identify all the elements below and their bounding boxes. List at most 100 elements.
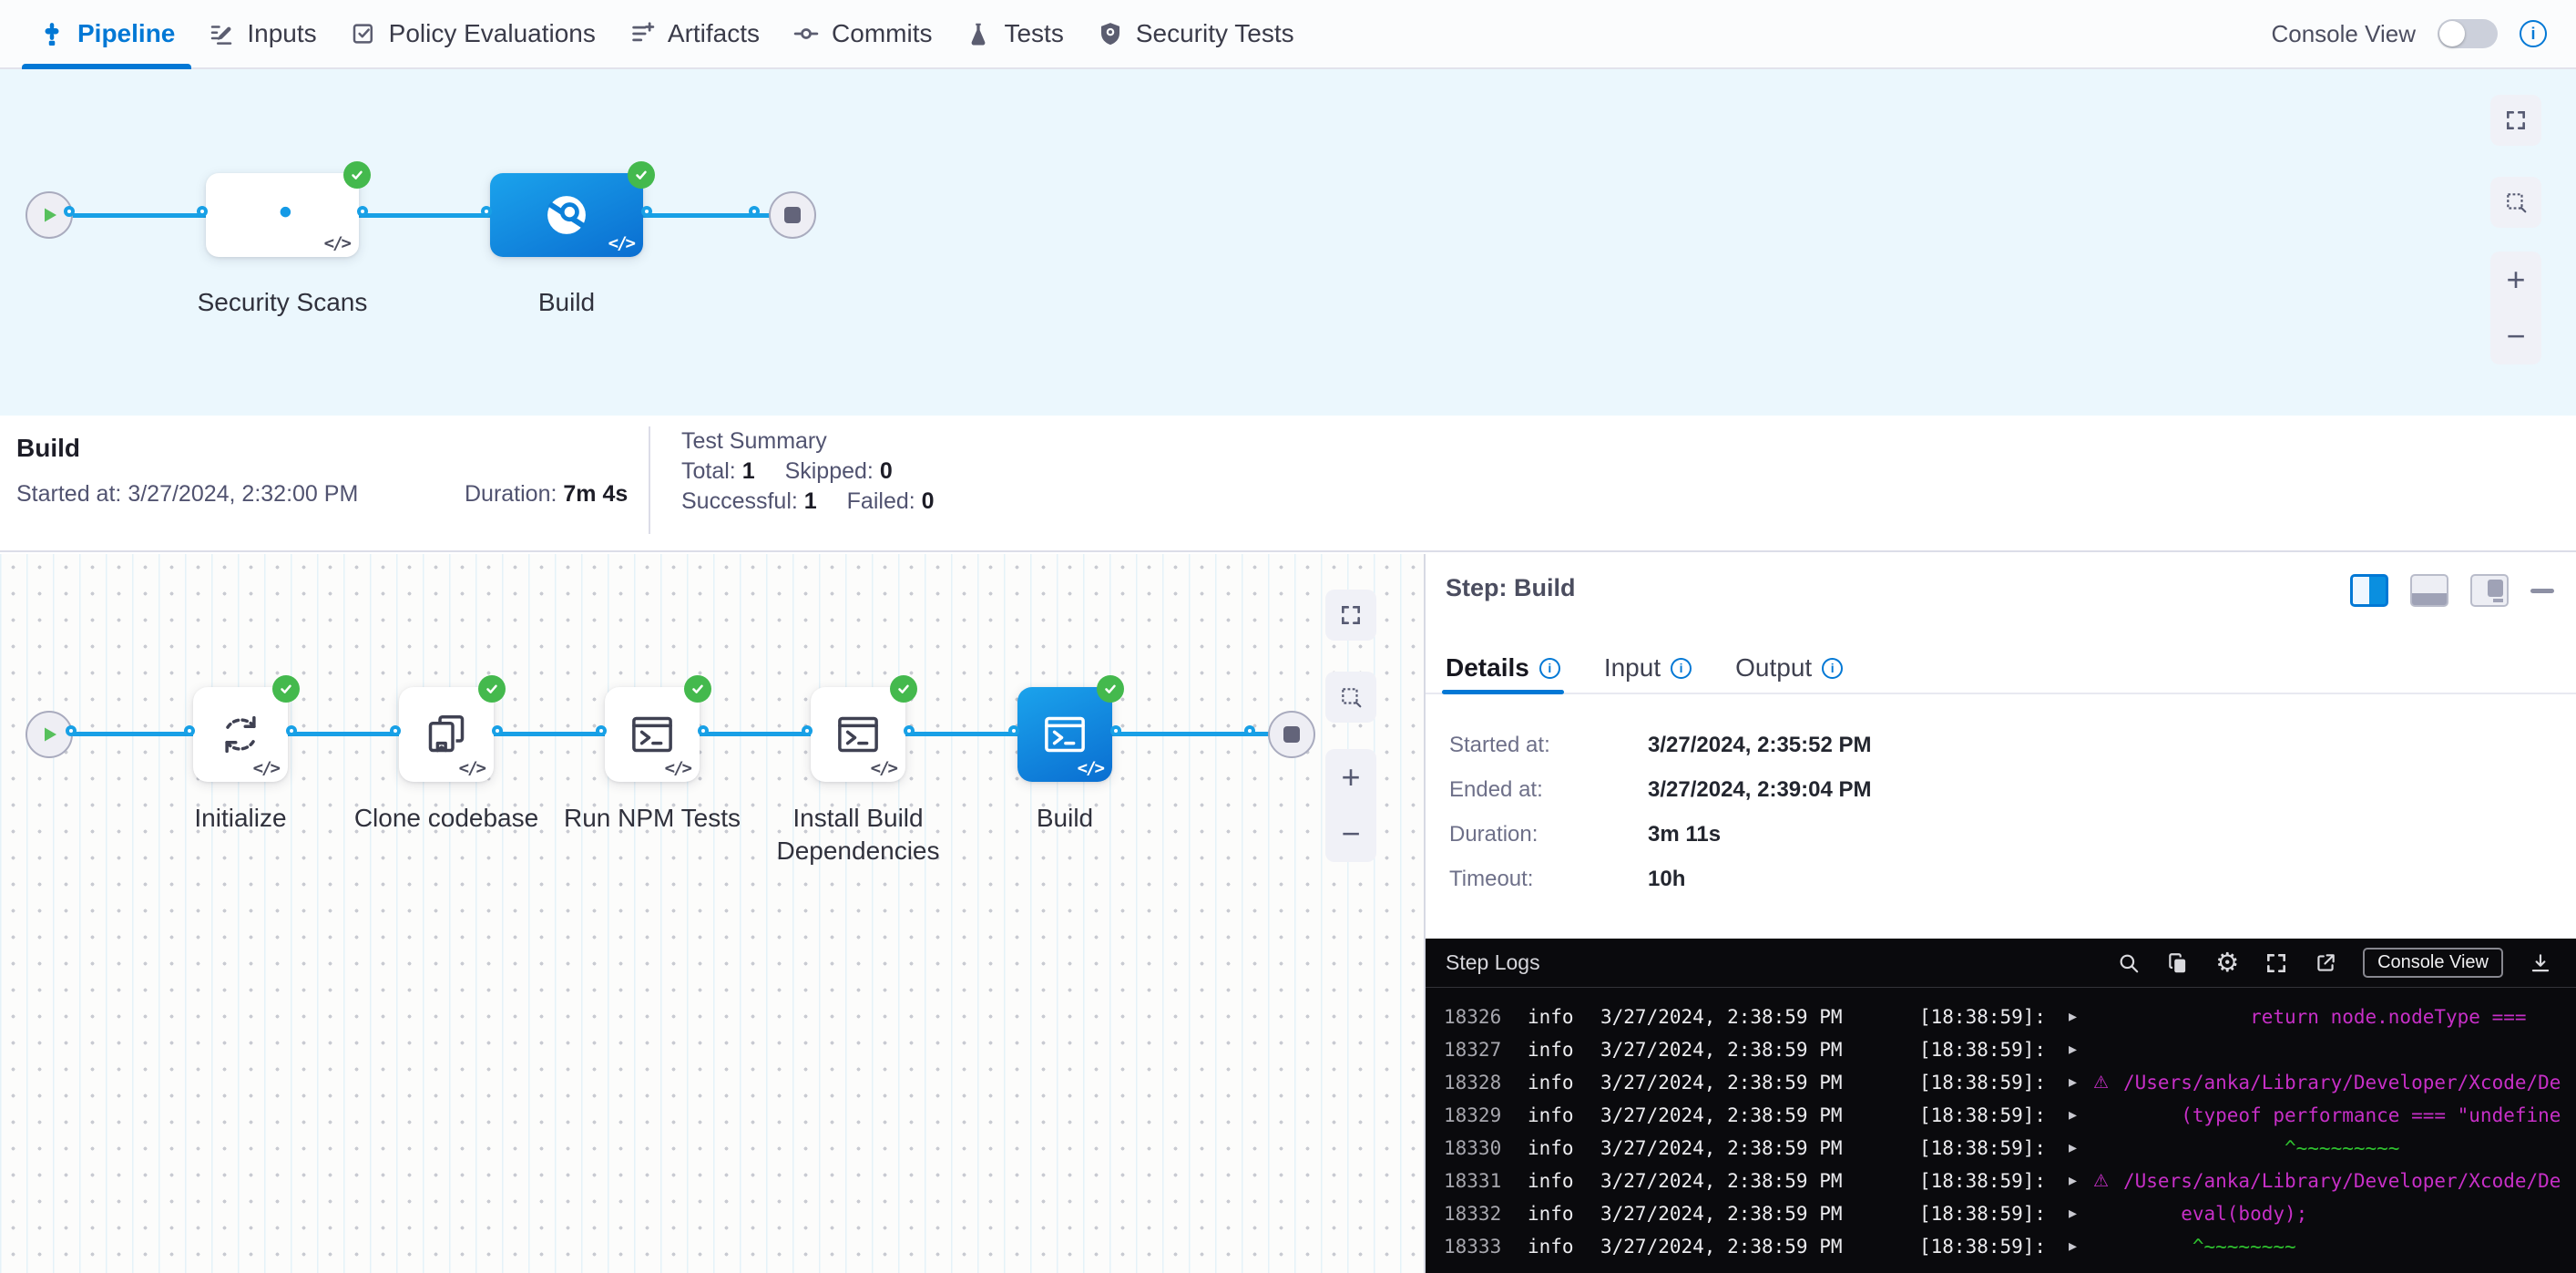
info-icon[interactable]: i (1822, 658, 1843, 679)
log-line-number: 18333 (1444, 1230, 1528, 1263)
info-icon[interactable]: i (1539, 658, 1560, 679)
log-message: /Users/anka/Library/Developer/Xcode/De (2123, 1066, 2576, 1099)
caret-icon: ▸ (2069, 1132, 2093, 1165)
step-node-install-build-dependencies[interactable]: </> (811, 687, 905, 782)
detail-label: Ended at: (1449, 777, 1648, 803)
zoom-in-button[interactable]: + (1325, 749, 1376, 806)
console-view-button[interactable]: Console View (2363, 948, 2503, 978)
step-node-initialize[interactable]: </> (193, 687, 288, 782)
caret-icon: ▸ (2069, 1165, 2093, 1197)
log-lines[interactable]: 18326info3/27/2024, 2:38:59 PM[18:38:59]… (1426, 988, 2576, 1273)
stage-node-security-scans[interactable]: </> (206, 173, 359, 257)
log-time: [18:38:59]: (1919, 1001, 2069, 1033)
tests-icon (965, 20, 992, 47)
stage-node-build[interactable]: </> (490, 173, 643, 257)
log-date: 3/27/2024, 2:38:59 PM (1600, 1132, 1919, 1165)
collapse-panel-icon[interactable] (2530, 589, 2554, 593)
node-port-out[interactable] (698, 725, 709, 736)
console-view-label: Console View (2271, 20, 2416, 48)
log-message: /Users/anka/Library/Developer/Xcode/De (2123, 1165, 2576, 1197)
stage-label: Security Scans (173, 286, 392, 319)
zoom-in-button[interactable]: + (2490, 252, 2541, 308)
check-icon (484, 681, 500, 697)
layout-right-icon[interactable] (2470, 574, 2509, 607)
codebase-icon (421, 709, 472, 760)
layout-bottom-icon[interactable] (2410, 574, 2448, 607)
step-label: Build (960, 802, 1170, 835)
step-node-build[interactable]: </> (1017, 687, 1112, 782)
tab-security-tests[interactable]: Security Tests (1080, 0, 1311, 67)
layout-split-icon[interactable] (2350, 574, 2388, 607)
code-icon: </> (608, 233, 634, 253)
zoom-controls: + − (1325, 749, 1376, 862)
log-time: [18:38:59]: (1919, 1165, 2069, 1197)
info-icon[interactable]: i (1671, 658, 1692, 679)
node-port-out[interactable] (641, 206, 652, 217)
tab-policy-evaluations[interactable]: Policy Evaluations (333, 0, 612, 67)
download-icon[interactable] (2529, 951, 2552, 975)
stage-label: Build (457, 286, 676, 319)
node-port-out[interactable] (357, 206, 368, 217)
log-time: [18:38:59]: (1919, 1132, 2069, 1165)
tab-pipeline[interactable]: Pipeline (22, 0, 191, 67)
external-link-icon[interactable] (2314, 951, 2337, 975)
node-port-in[interactable] (184, 725, 195, 736)
step-node-clone-codebase[interactable]: </> (399, 687, 494, 782)
log-line: 18328info3/27/2024, 2:38:59 PM[18:38:59]… (1444, 1066, 2576, 1099)
tab-details[interactable]: Details i (1446, 654, 1560, 693)
tab-input[interactable]: Input i (1604, 654, 1692, 693)
fullscreen-button[interactable] (1325, 590, 1376, 641)
caret-icon: ▸ (2069, 1001, 2093, 1033)
settings-icon[interactable]: ⚙ (2215, 950, 2239, 976)
search-icon[interactable] (2117, 951, 2141, 975)
tab-label: Artifacts (668, 19, 760, 48)
fullscreen-button[interactable] (2490, 95, 2541, 146)
code-icon: </> (253, 758, 279, 778)
node-port-in[interactable] (596, 725, 607, 736)
terminal-icon (1039, 709, 1090, 760)
marquee-select-button[interactable] (2490, 177, 2541, 228)
step-details-list: Started at: 3/27/2024, 2:35:52 PM Ended … (1449, 733, 2558, 911)
detail-row: Timeout: 10h (1449, 867, 2558, 892)
copy-icon[interactable] (2166, 951, 2190, 975)
zoom-out-button[interactable]: − (1325, 806, 1376, 862)
info-icon[interactable]: i (2520, 20, 2547, 47)
detail-label: Started at: (1449, 733, 1648, 758)
tab-output[interactable]: Output i (1735, 654, 1843, 693)
started-at-value: 3/27/2024, 2:32:00 PM (128, 481, 358, 507)
node-port-out[interactable] (286, 725, 297, 736)
tab-inputs[interactable]: Inputs (191, 0, 332, 67)
node-port-out[interactable] (1110, 725, 1121, 736)
log-message: return node.nodeType === (2123, 1001, 2576, 1033)
edge-connector-dot (1244, 725, 1255, 736)
zoom-out-button[interactable]: − (2490, 308, 2541, 364)
node-port-in[interactable] (802, 725, 813, 736)
successful-label: Successful: (681, 488, 798, 514)
marquee-select-button[interactable] (1325, 672, 1376, 723)
stage-graph-canvas[interactable]: </> </> Security Scans Build + − (0, 69, 2576, 416)
tab-tests[interactable]: Tests (948, 0, 1079, 67)
toggle-knob (2439, 21, 2465, 46)
warning-icon (2093, 1230, 2123, 1263)
execution-graph-canvas[interactable]: </> </> </> </> </> (0, 554, 1424, 1273)
step-node-run-npm-tests[interactable]: </> (605, 687, 700, 782)
node-port-in[interactable] (390, 725, 401, 736)
code-icon: </> (324, 233, 350, 253)
node-port-out[interactable] (904, 725, 915, 736)
detail-label: Duration: (1449, 822, 1648, 847)
started-at: Started at: 3/27/2024, 2:32:00 PM (16, 481, 358, 508)
tab-commits[interactable]: Commits (776, 0, 948, 67)
node-port-in[interactable] (1008, 725, 1019, 736)
node-port-in[interactable] (481, 206, 492, 217)
node-port-in[interactable] (197, 206, 208, 217)
duration-label: Duration: (465, 481, 557, 507)
expand-icon[interactable] (2264, 951, 2288, 975)
fullscreen-icon (2504, 108, 2528, 132)
node-port-out[interactable] (492, 725, 503, 736)
tab-artifacts[interactable]: Artifacts (612, 0, 776, 67)
nav-tabs: Pipeline Inputs Policy Evaluations (22, 0, 1311, 67)
step-panel-tabs: Details i Input i Output i (1426, 645, 2576, 694)
tab-label: Commits (832, 19, 932, 48)
console-view-toggle[interactable] (2438, 19, 2498, 48)
log-date: 3/27/2024, 2:38:59 PM (1600, 1001, 1919, 1033)
